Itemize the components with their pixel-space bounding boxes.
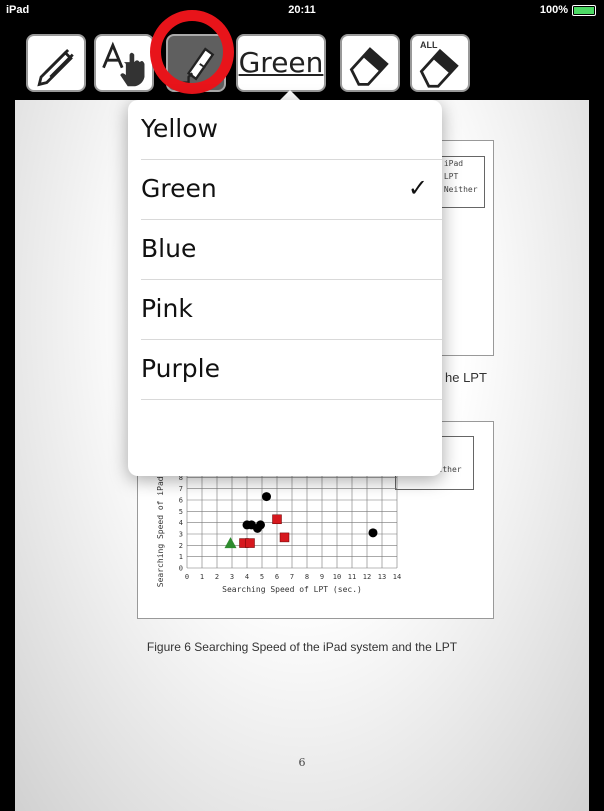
color-option-pink[interactable]: Pink [128, 280, 442, 340]
battery-percent: 100% [539, 4, 568, 16]
color-option-label: Green [141, 174, 217, 203]
battery-icon [572, 4, 596, 16]
x-tick-label: 6 [275, 573, 279, 581]
x-tick-label: 13 [378, 573, 386, 581]
legend-item: :Neither [439, 185, 478, 194]
eraser-tool-button[interactable] [340, 34, 400, 92]
figure-5-legend: :iPad :LPT :Neither [435, 156, 485, 208]
y-tick-label: 4 [179, 519, 183, 527]
status-bar: iPad 20:11 100% [0, 0, 604, 20]
color-option-label: Blue [141, 234, 197, 263]
legend-item: :iPad [439, 159, 464, 168]
legend-item: :LPT [439, 172, 459, 181]
selected-tool-highlight-ring [150, 10, 234, 94]
app-frame: iPad 20:11 100% Green ALL:iPad:LPT:Ne… [0, 0, 604, 811]
x-tick-label: 9 [320, 573, 324, 581]
color-option-label: Purple [141, 354, 220, 383]
data-point-circle [368, 528, 378, 538]
eraser-icon [419, 48, 459, 88]
scatter-chart: 012345678910111213140123456789Searching … [147, 463, 427, 616]
color-option-label: Pink [141, 294, 193, 323]
y-tick-label: 0 [179, 565, 183, 573]
text-cursor-hand-icon [102, 41, 145, 87]
x-axis-label: Searching Speed of LPT (sec.) [222, 585, 362, 594]
y-tick-label: 5 [179, 508, 183, 516]
x-tick-label: 10 [333, 573, 341, 581]
y-tick-label: 6 [179, 497, 183, 505]
y-tick-label: 7 [179, 485, 183, 493]
x-tick-label: 5 [260, 573, 264, 581]
data-point-triangle [224, 537, 237, 549]
x-tick-label: 8 [305, 573, 309, 581]
x-tick-label: 11 [348, 573, 356, 581]
figure-5-caption: he LPT [445, 370, 487, 385]
scatter-chart-svg: 012345678910111213140123456789Searching … [156, 463, 401, 595]
x-tick-label: 12 [363, 573, 371, 581]
data-point-square [272, 514, 282, 525]
x-tick-label: 2 [215, 573, 219, 581]
eraser-icon [349, 47, 389, 86]
figure-6-caption: Figure 6 Searching Speed of the iPad sys… [146, 640, 458, 654]
x-tick-label: 1 [200, 573, 204, 581]
data-point-circle [262, 492, 271, 502]
color-option-label: Yellow [141, 114, 218, 143]
y-tick-label: 1 [179, 553, 183, 561]
pen-tool-button[interactable] [26, 34, 86, 92]
x-tick-label: 3 [230, 573, 234, 581]
y-axis-label: Searching Speed of iPad(s [156, 467, 165, 588]
color-option-green[interactable]: Green ✓ [128, 160, 442, 220]
data-point-circle [256, 520, 265, 530]
color-option-purple[interactable]: Purple [128, 340, 442, 400]
checkmark-icon: ✓ [407, 175, 428, 202]
text-tool-button[interactable] [94, 34, 154, 92]
color-picker-button[interactable]: Green [236, 34, 326, 92]
color-menu-popover: Yellow Green ✓ Blue Pink Purple [128, 100, 442, 476]
y-tick-label: 2 [179, 542, 183, 550]
battery-status: 100% [540, 4, 596, 16]
current-color-label: Green [238, 46, 324, 79]
x-tick-label: 14 [393, 573, 401, 581]
pencil-icon [37, 48, 74, 87]
data-point-square [245, 538, 255, 548]
y-tick-label: 3 [179, 531, 183, 539]
annotation-toolbar: Green ALL [0, 10, 604, 100]
erase-all-button[interactable]: ALL [410, 34, 470, 92]
x-tick-label: 4 [245, 573, 249, 581]
page-number: 6 [298, 756, 306, 769]
x-tick-label: 7 [290, 573, 294, 581]
x-tick-label: 0 [185, 573, 189, 581]
data-point-square [279, 532, 290, 543]
color-option-blue[interactable]: Blue [128, 220, 442, 280]
clock: 20:11 [288, 4, 316, 16]
color-option-yellow[interactable]: Yellow [128, 100, 442, 160]
